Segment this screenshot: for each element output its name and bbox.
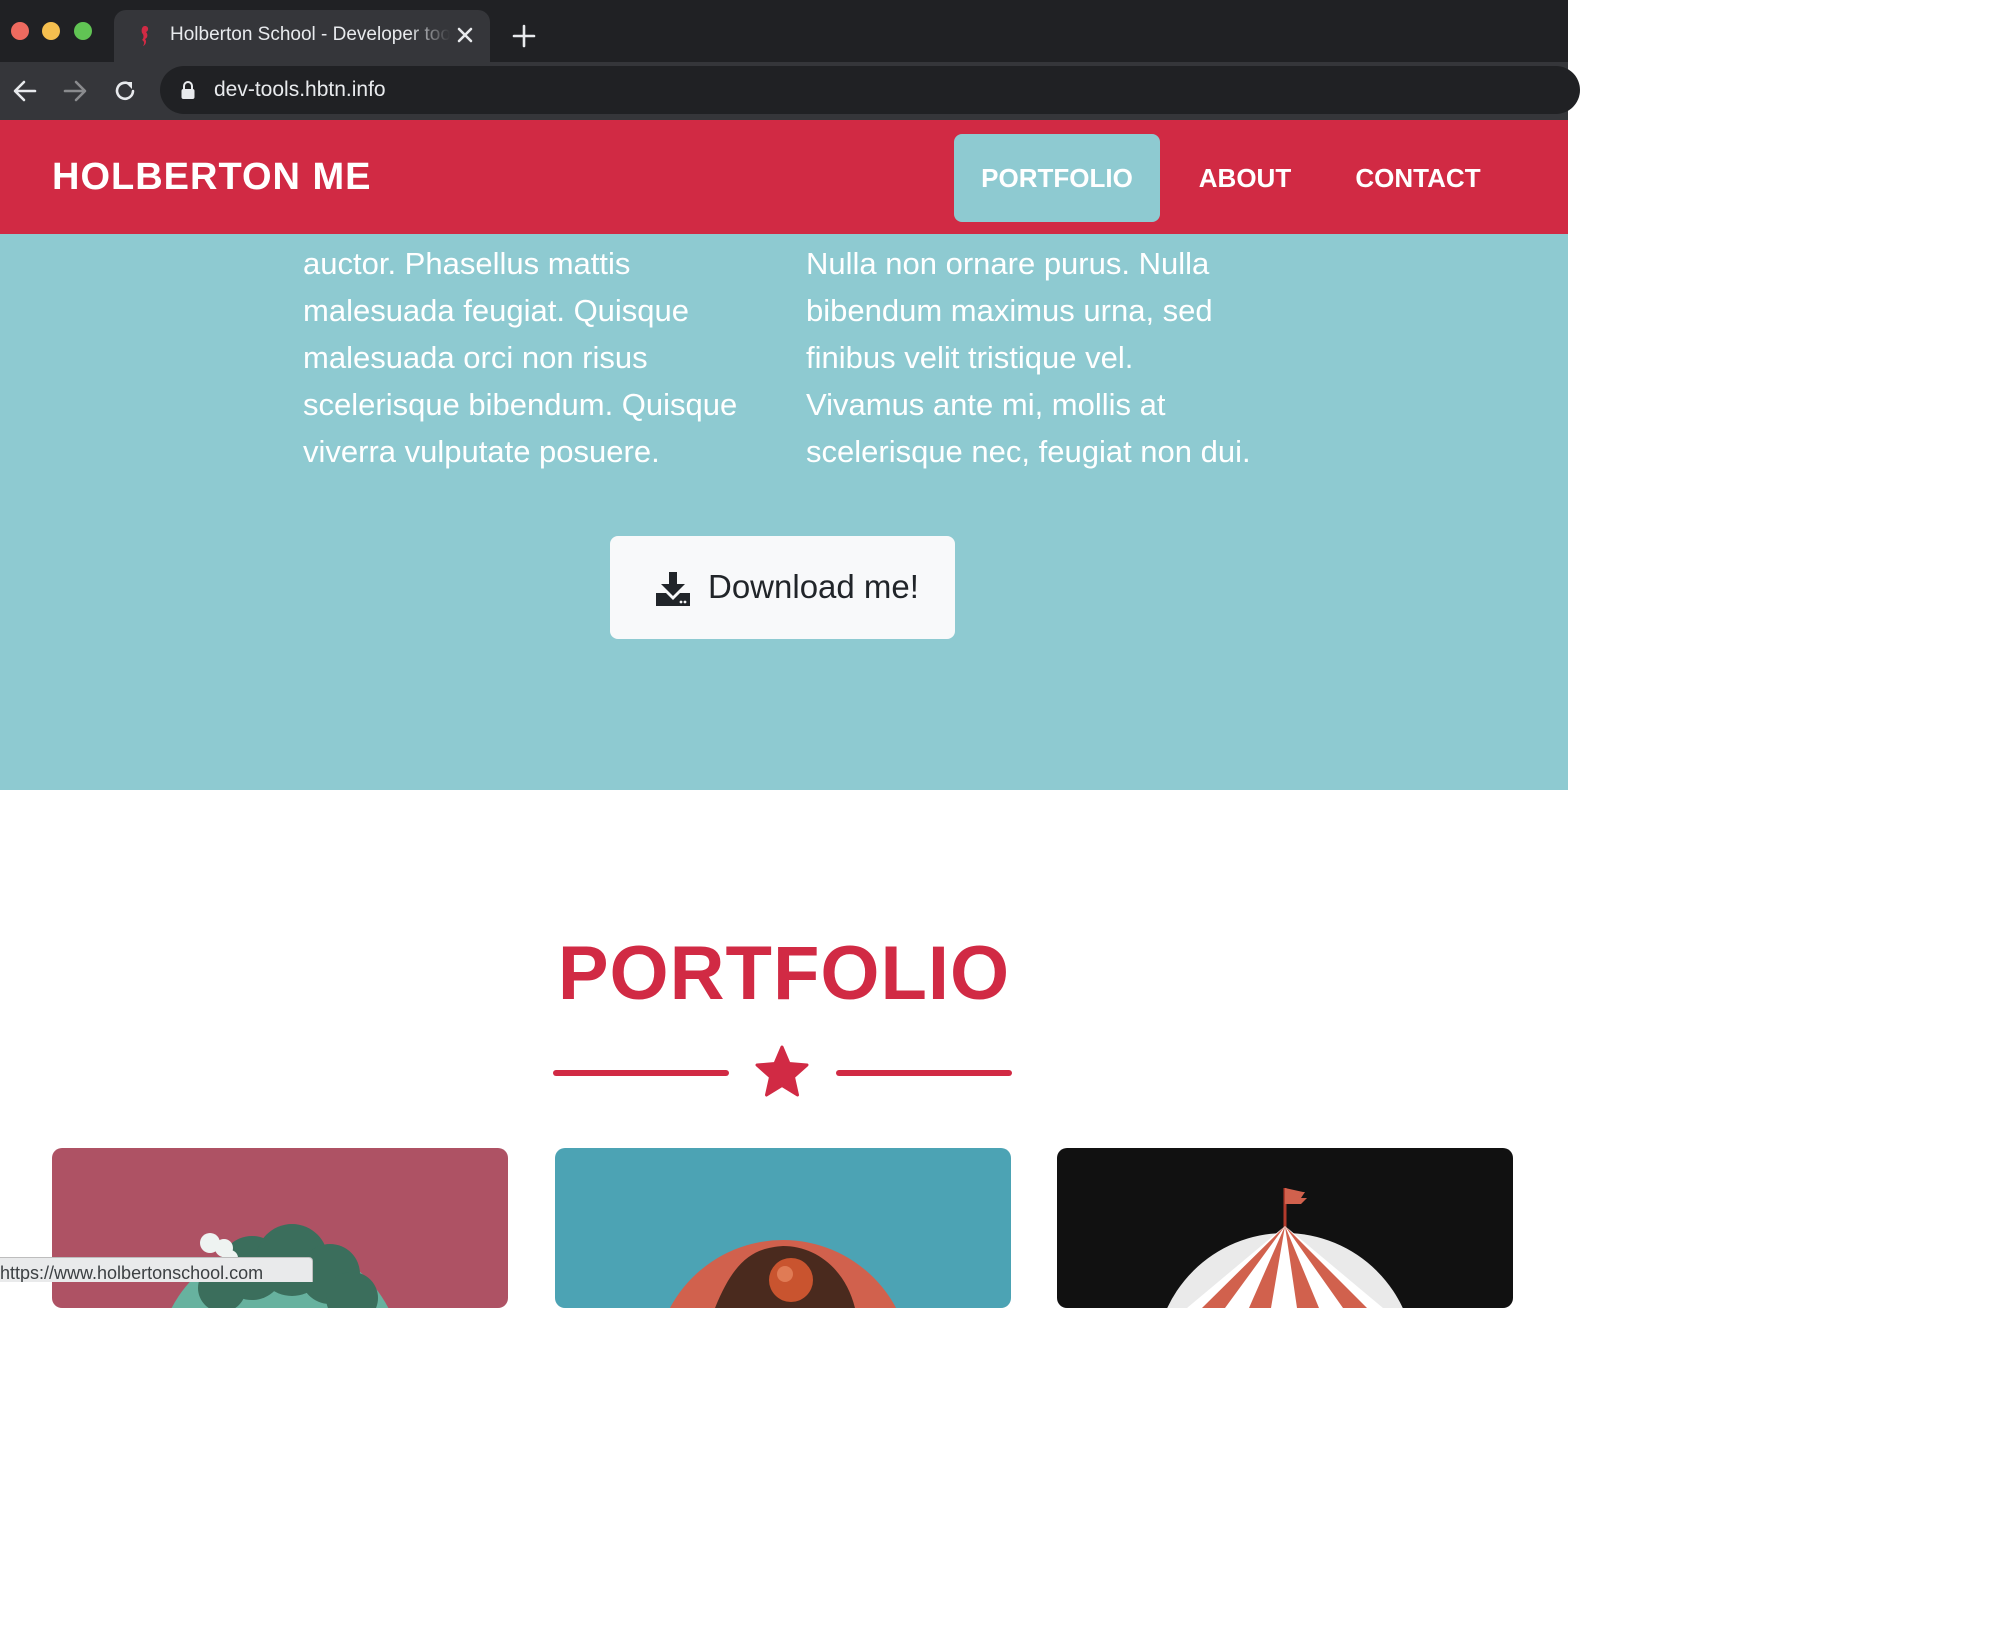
status-bar-link-preview: https://www.holbertonschool.com [0, 1257, 313, 1282]
reload-icon[interactable] [110, 76, 140, 106]
portfolio-card-cake[interactable] [555, 1148, 1011, 1308]
url-text: dev-tools.hbtn.info [214, 78, 386, 101]
tab-title: Holberton School - Developer tools [170, 24, 450, 45]
browser-toolbar: dev-tools.hbtn.info [0, 62, 1580, 120]
cabin-icon [171, 1224, 389, 1308]
forward-arrow-icon[interactable] [60, 76, 90, 106]
download-button[interactable]: Download me! [610, 536, 955, 639]
cake-icon [669, 1240, 897, 1308]
browser-tab[interactable]: Holberton School - Developer tools [114, 10, 490, 62]
portfolio-card-cabin[interactable] [52, 1148, 508, 1308]
maximize-window-button[interactable] [74, 22, 92, 40]
browser-tab-bar: Holberton School - Developer tools [0, 0, 1568, 62]
minimize-window-button[interactable] [42, 22, 60, 40]
nav-item-portfolio[interactable]: PORTFOLIO [954, 134, 1160, 222]
nav-item-contact[interactable]: CONTACT [1328, 134, 1508, 222]
new-tab-icon[interactable] [510, 22, 538, 50]
seahorse-favicon-icon [141, 26, 149, 46]
close-tab-icon[interactable] [452, 22, 478, 48]
about-section: auctor. Phasellus mattis malesuada feugi… [0, 234, 1568, 790]
divider-line-right [836, 1070, 1012, 1076]
back-arrow-icon[interactable] [10, 76, 40, 106]
about-text-left: auctor. Phasellus mattis malesuada feugi… [303, 246, 738, 469]
download-icon [656, 572, 690, 606]
lock-icon [181, 81, 195, 99]
star-icon [755, 1045, 809, 1097]
nav-item-about[interactable]: ABOUT [1172, 134, 1318, 222]
download-label: Download me! [708, 568, 919, 605]
about-text-right: Nulla non ornare purus. Nulla bibendum m… [806, 246, 1251, 469]
close-window-button[interactable] [11, 22, 29, 40]
divider-line-left [553, 1070, 729, 1076]
site-brand[interactable]: HOLBERTON ME [52, 156, 372, 199]
site-navbar: HOLBERTON ME PORTFOLIO ABOUT CONTACT [0, 120, 1568, 234]
circus-tent-icon [1167, 1188, 1403, 1308]
address-bar[interactable]: dev-tools.hbtn.info [160, 66, 1580, 114]
portfolio-heading: PORTFOLIO [557, 931, 1011, 1016]
portfolio-card-circus[interactable] [1057, 1148, 1513, 1308]
